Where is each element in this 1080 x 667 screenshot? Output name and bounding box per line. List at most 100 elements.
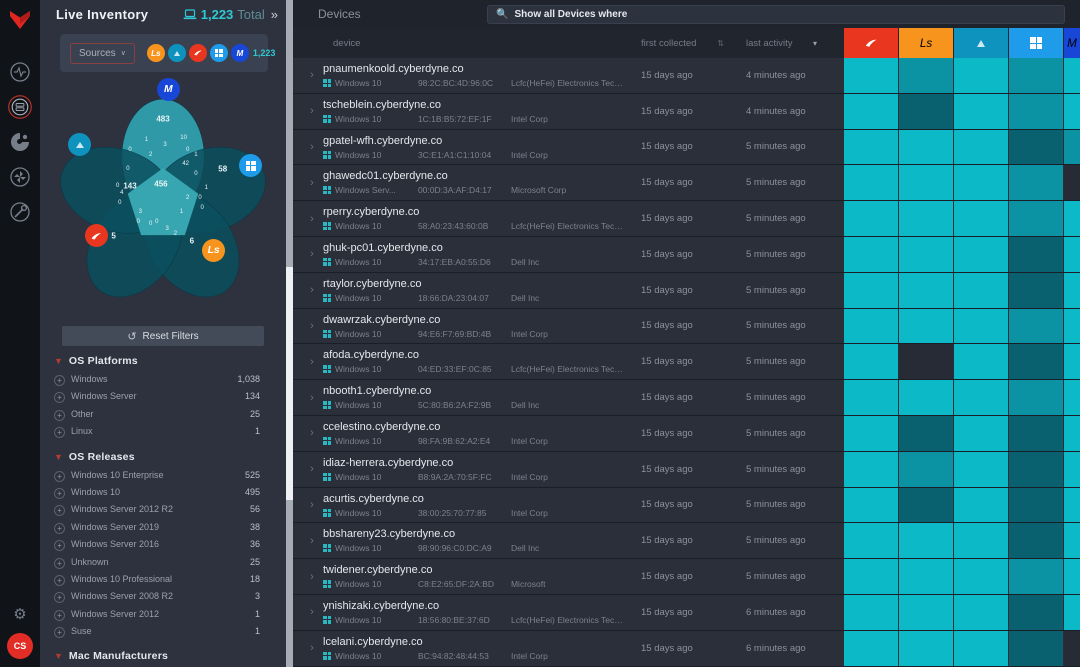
add-filter-icon[interactable]: + [54, 592, 65, 603]
automation-icon[interactable] [7, 164, 33, 190]
sort-desc-icon[interactable]: ▾ [813, 39, 817, 48]
source-presence-cell[interactable] [899, 380, 953, 415]
row-expand-chevron[interactable]: › [301, 631, 323, 666]
table-row[interactable]: › gpatel-wfh.cyberdyne.co Windows 10 3C:… [293, 130, 1080, 166]
add-filter-icon[interactable]: + [54, 488, 65, 499]
add-filter-icon[interactable]: + [54, 575, 65, 586]
add-filter-icon[interactable]: + [54, 392, 65, 403]
source-presence-cell[interactable] [844, 523, 898, 558]
sort-icon[interactable]: ⇅ [717, 39, 724, 48]
source-presence-cell[interactable] [844, 58, 898, 93]
device-name[interactable]: ghawedc01.cyberdyne.co [323, 170, 623, 182]
row-expand-chevron[interactable]: › [301, 201, 323, 236]
source-presence-cell[interactable] [899, 309, 953, 344]
filter-item[interactable]: + Windows Server 2016 36 [54, 537, 260, 554]
source-presence-cell[interactable] [844, 344, 898, 379]
source-presence-cell[interactable] [1009, 165, 1063, 200]
source-presence-cell[interactable] [954, 344, 1008, 379]
filter-item[interactable]: + Windows 10 495 [54, 485, 260, 502]
source-presence-cell[interactable] [954, 237, 1008, 272]
source-presence-cell[interactable] [899, 631, 953, 666]
source-presence-cell[interactable] [844, 237, 898, 272]
source-presence-cell[interactable] [954, 273, 1008, 308]
table-row[interactable]: › ccelestino.cyberdyne.co Windows 10 98:… [293, 416, 1080, 452]
panel-scrollbar[interactable] [286, 0, 293, 667]
source-presence-cell[interactable] [1009, 273, 1063, 308]
section-chevron-icon[interactable]: ▼ [54, 356, 63, 366]
source-presence-cell[interactable] [1009, 559, 1063, 594]
source-presence-cell[interactable] [954, 488, 1008, 523]
source-presence-cell[interactable] [844, 94, 898, 129]
row-expand-chevron[interactable]: › [301, 94, 323, 129]
device-name[interactable]: ccelestino.cyberdyne.co [323, 421, 623, 433]
col-device[interactable]: device [323, 28, 623, 58]
source-presence-cell[interactable] [1064, 58, 1080, 93]
row-expand-chevron[interactable]: › [301, 130, 323, 165]
source-presence-cell[interactable] [1064, 344, 1080, 379]
source-presence-cell[interactable] [1064, 94, 1080, 129]
source-presence-cell[interactable] [954, 58, 1008, 93]
source-presence-cell[interactable] [1009, 309, 1063, 344]
source-presence-cell[interactable] [1064, 416, 1080, 451]
row-expand-chevron[interactable]: › [301, 595, 323, 630]
row-expand-chevron[interactable]: › [301, 58, 323, 93]
source-presence-cell[interactable] [844, 631, 898, 666]
source-presence-cell[interactable] [899, 237, 953, 272]
row-expand-chevron[interactable]: › [301, 344, 323, 379]
source-presence-cell[interactable] [899, 523, 953, 558]
source-presence-cell[interactable] [1009, 488, 1063, 523]
source-column-mes[interactable]: M [1064, 28, 1080, 58]
source-presence-cell[interactable] [844, 559, 898, 594]
source-presence-cell[interactable] [1009, 237, 1063, 272]
source-presence-cell[interactable] [1064, 523, 1080, 558]
source-presence-cell[interactable] [954, 380, 1008, 415]
add-filter-icon[interactable]: + [54, 523, 65, 534]
source-presence-cell[interactable] [954, 595, 1008, 630]
add-filter-icon[interactable]: + [54, 627, 65, 638]
source-presence-cell[interactable] [1009, 416, 1063, 451]
sources-dropdown[interactable]: Sources ∨ [70, 43, 135, 64]
inventory-icon[interactable] [7, 94, 33, 120]
add-filter-icon[interactable]: + [54, 471, 65, 482]
filter-item[interactable]: + Windows Server 2008 R2 3 [54, 589, 260, 606]
source-presence-cell[interactable] [954, 631, 1008, 666]
source-presence-cell[interactable] [954, 201, 1008, 236]
source-presence-cell[interactable] [1009, 523, 1063, 558]
add-filter-icon[interactable]: + [54, 558, 65, 569]
source-presence-cell[interactable] [899, 488, 953, 523]
table-row[interactable]: › twidener.cyberdyne.co Windows 10 C8:E2… [293, 559, 1080, 595]
col-last-activity[interactable]: last activity ▾ [728, 28, 823, 58]
source-presence-cell[interactable] [844, 273, 898, 308]
source-presence-cell[interactable] [1064, 488, 1080, 523]
add-filter-icon[interactable]: + [54, 427, 65, 438]
source-presence-cell[interactable] [954, 309, 1008, 344]
source-presence-cell[interactable] [844, 309, 898, 344]
filter-item[interactable]: + Unknown 25 [54, 555, 260, 572]
source-presence-cell[interactable] [1064, 559, 1080, 594]
source-presence-cell[interactable] [1064, 595, 1080, 630]
device-name[interactable]: gpatel-wfh.cyberdyne.co [323, 135, 623, 147]
table-row[interactable]: › afoda.cyberdyne.co Windows 10 04:ED:33… [293, 344, 1080, 380]
device-search[interactable]: 🔍 [487, 5, 1065, 24]
tools-icon[interactable] [7, 199, 33, 225]
activity-icon[interactable] [7, 59, 33, 85]
filter-item[interactable]: + Windows Server 2012 1 [54, 607, 260, 624]
filter-item[interactable]: + Other 25 [54, 407, 260, 424]
filter-section-title[interactable]: Mac Manufacturers [69, 650, 168, 662]
source-presence-cell[interactable] [1064, 273, 1080, 308]
device-name[interactable]: pnaumenkoold.cyberdyne.co [323, 63, 623, 75]
row-expand-chevron[interactable]: › [301, 559, 323, 594]
source-presence-cell[interactable] [899, 94, 953, 129]
source-presence-cell[interactable] [899, 273, 953, 308]
source-presence-cell[interactable] [1009, 344, 1063, 379]
section-chevron-icon[interactable]: ▼ [54, 452, 63, 462]
row-expand-chevron[interactable]: › [301, 452, 323, 487]
source-presence-cell[interactable] [954, 452, 1008, 487]
search-input[interactable] [514, 9, 1056, 20]
table-row[interactable]: › nbooth1.cyberdyne.co Windows 10 5C:80:… [293, 380, 1080, 416]
source-presence-cell[interactable] [844, 380, 898, 415]
source-presence-cell[interactable] [1064, 452, 1080, 487]
filter-item[interactable]: + Windows Server 2012 R2 56 [54, 502, 260, 519]
source-presence-cell[interactable] [1009, 595, 1063, 630]
source-presence-cell[interactable] [1009, 94, 1063, 129]
